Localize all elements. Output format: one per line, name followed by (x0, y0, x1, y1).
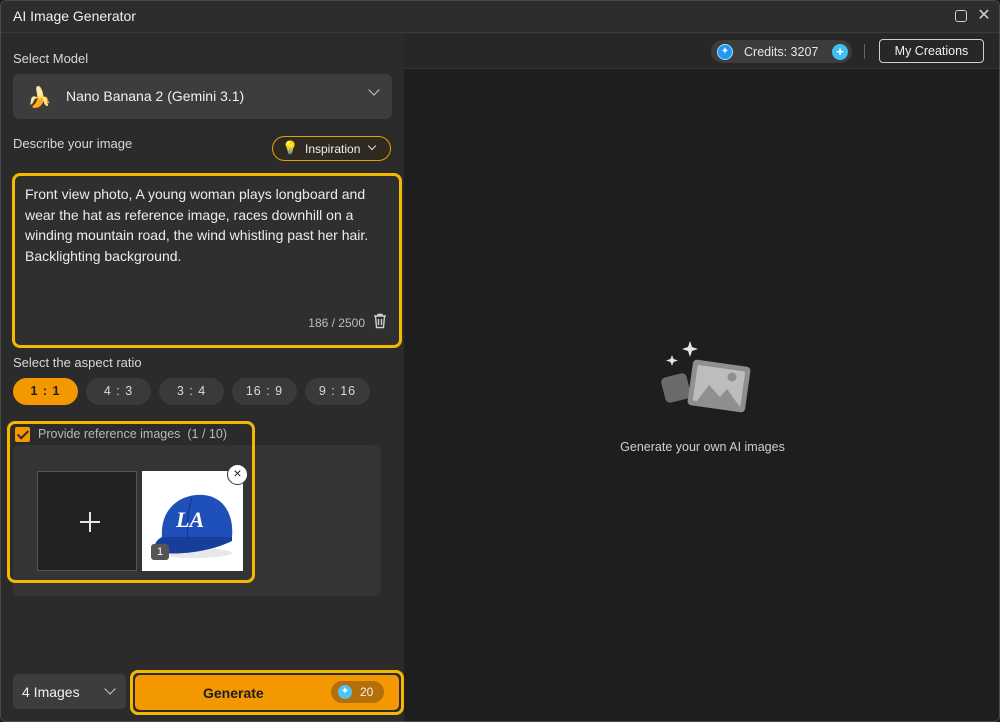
reference-image-thumbnail[interactable]: LA 1 (142, 471, 243, 571)
remove-image-icon[interactable]: × (227, 464, 248, 485)
trash-icon[interactable] (373, 313, 387, 329)
reference-checkbox[interactable] (15, 427, 30, 442)
credit-cost: 20 (360, 685, 374, 699)
app-window: AI Image Generator ✕ Select Model 🍌 Nano… (0, 0, 1000, 722)
inspiration-button[interactable]: 💡 Inspiration (272, 136, 391, 161)
credits-badge: ✦ Credits: 3207 + (711, 40, 852, 63)
empty-state-text: Generate your own AI images (620, 440, 785, 454)
describe-label: Describe your image (13, 136, 133, 151)
character-counter: 186 / 2500 (308, 316, 365, 330)
ratio-1-1[interactable]: 1 : 1 (13, 378, 78, 405)
preview-panel: ✦ Credits: 3207 + My Creations Generate … (404, 34, 999, 721)
add-reference-button[interactable] (37, 471, 137, 571)
generate-label: Generate (203, 685, 264, 701)
chevron-down-icon (367, 141, 377, 151)
image-placeholder-icon (661, 341, 751, 413)
credit-icon: ✦ (717, 44, 733, 60)
ratio-3-4[interactable]: 3 : 4 (159, 378, 224, 405)
svg-text:LA: LA (175, 507, 204, 532)
select-model-label: Select Model (13, 51, 89, 66)
ratio-9-16[interactable]: 9 : 16 (305, 378, 370, 405)
preview-topbar: ✦ Credits: 3207 + My Creations (404, 34, 999, 69)
aspect-ratio-group: 1 : 1 4 : 3 3 : 4 16 : 9 9 : 16 (13, 378, 370, 405)
window-title: AI Image Generator (13, 8, 136, 24)
prompt-text[interactable]: Front view photo, A young woman plays lo… (25, 184, 377, 266)
credit-cost-badge: ✦ 20 (331, 681, 384, 703)
image-count-label: 4 Images (22, 684, 80, 700)
inspiration-label: Inspiration (305, 142, 361, 156)
settings-panel: Select Model 🍌 Nano Banana 2 (Gemini 3.1… (1, 34, 404, 721)
chevron-down-icon (368, 84, 380, 96)
image-index-badge: 1 (151, 544, 169, 560)
close-icon[interactable]: ✕ (977, 8, 991, 24)
image-count-dropdown[interactable]: 4 Images (13, 674, 126, 709)
banana-icon: 🍌 (27, 87, 52, 109)
aspect-ratio-label: Select the aspect ratio (13, 355, 142, 370)
title-bar: AI Image Generator ✕ (1, 1, 999, 33)
generate-button[interactable]: Generate ✦ 20 (135, 675, 399, 710)
add-credits-icon[interactable]: + (832, 44, 848, 60)
ratio-4-3[interactable]: 4 : 3 (86, 378, 151, 405)
divider (864, 44, 865, 59)
reference-label: Provide reference images (1 / 10) (38, 427, 227, 441)
my-creations-button[interactable]: My Creations (879, 39, 984, 63)
credits-value: Credits: 3207 (744, 45, 819, 59)
lightbulb-icon: 💡 (282, 140, 299, 155)
credit-icon: ✦ (338, 685, 352, 699)
model-name: Nano Banana 2 (Gemini 3.1) (66, 88, 245, 104)
chevron-down-icon (104, 683, 116, 695)
prompt-textarea[interactable]: Front view photo, A young woman plays lo… (12, 173, 402, 348)
ratio-16-9[interactable]: 16 : 9 (232, 378, 297, 405)
maximize-icon[interactable] (955, 10, 967, 22)
model-dropdown[interactable]: 🍌 Nano Banana 2 (Gemini 3.1) (13, 74, 392, 119)
